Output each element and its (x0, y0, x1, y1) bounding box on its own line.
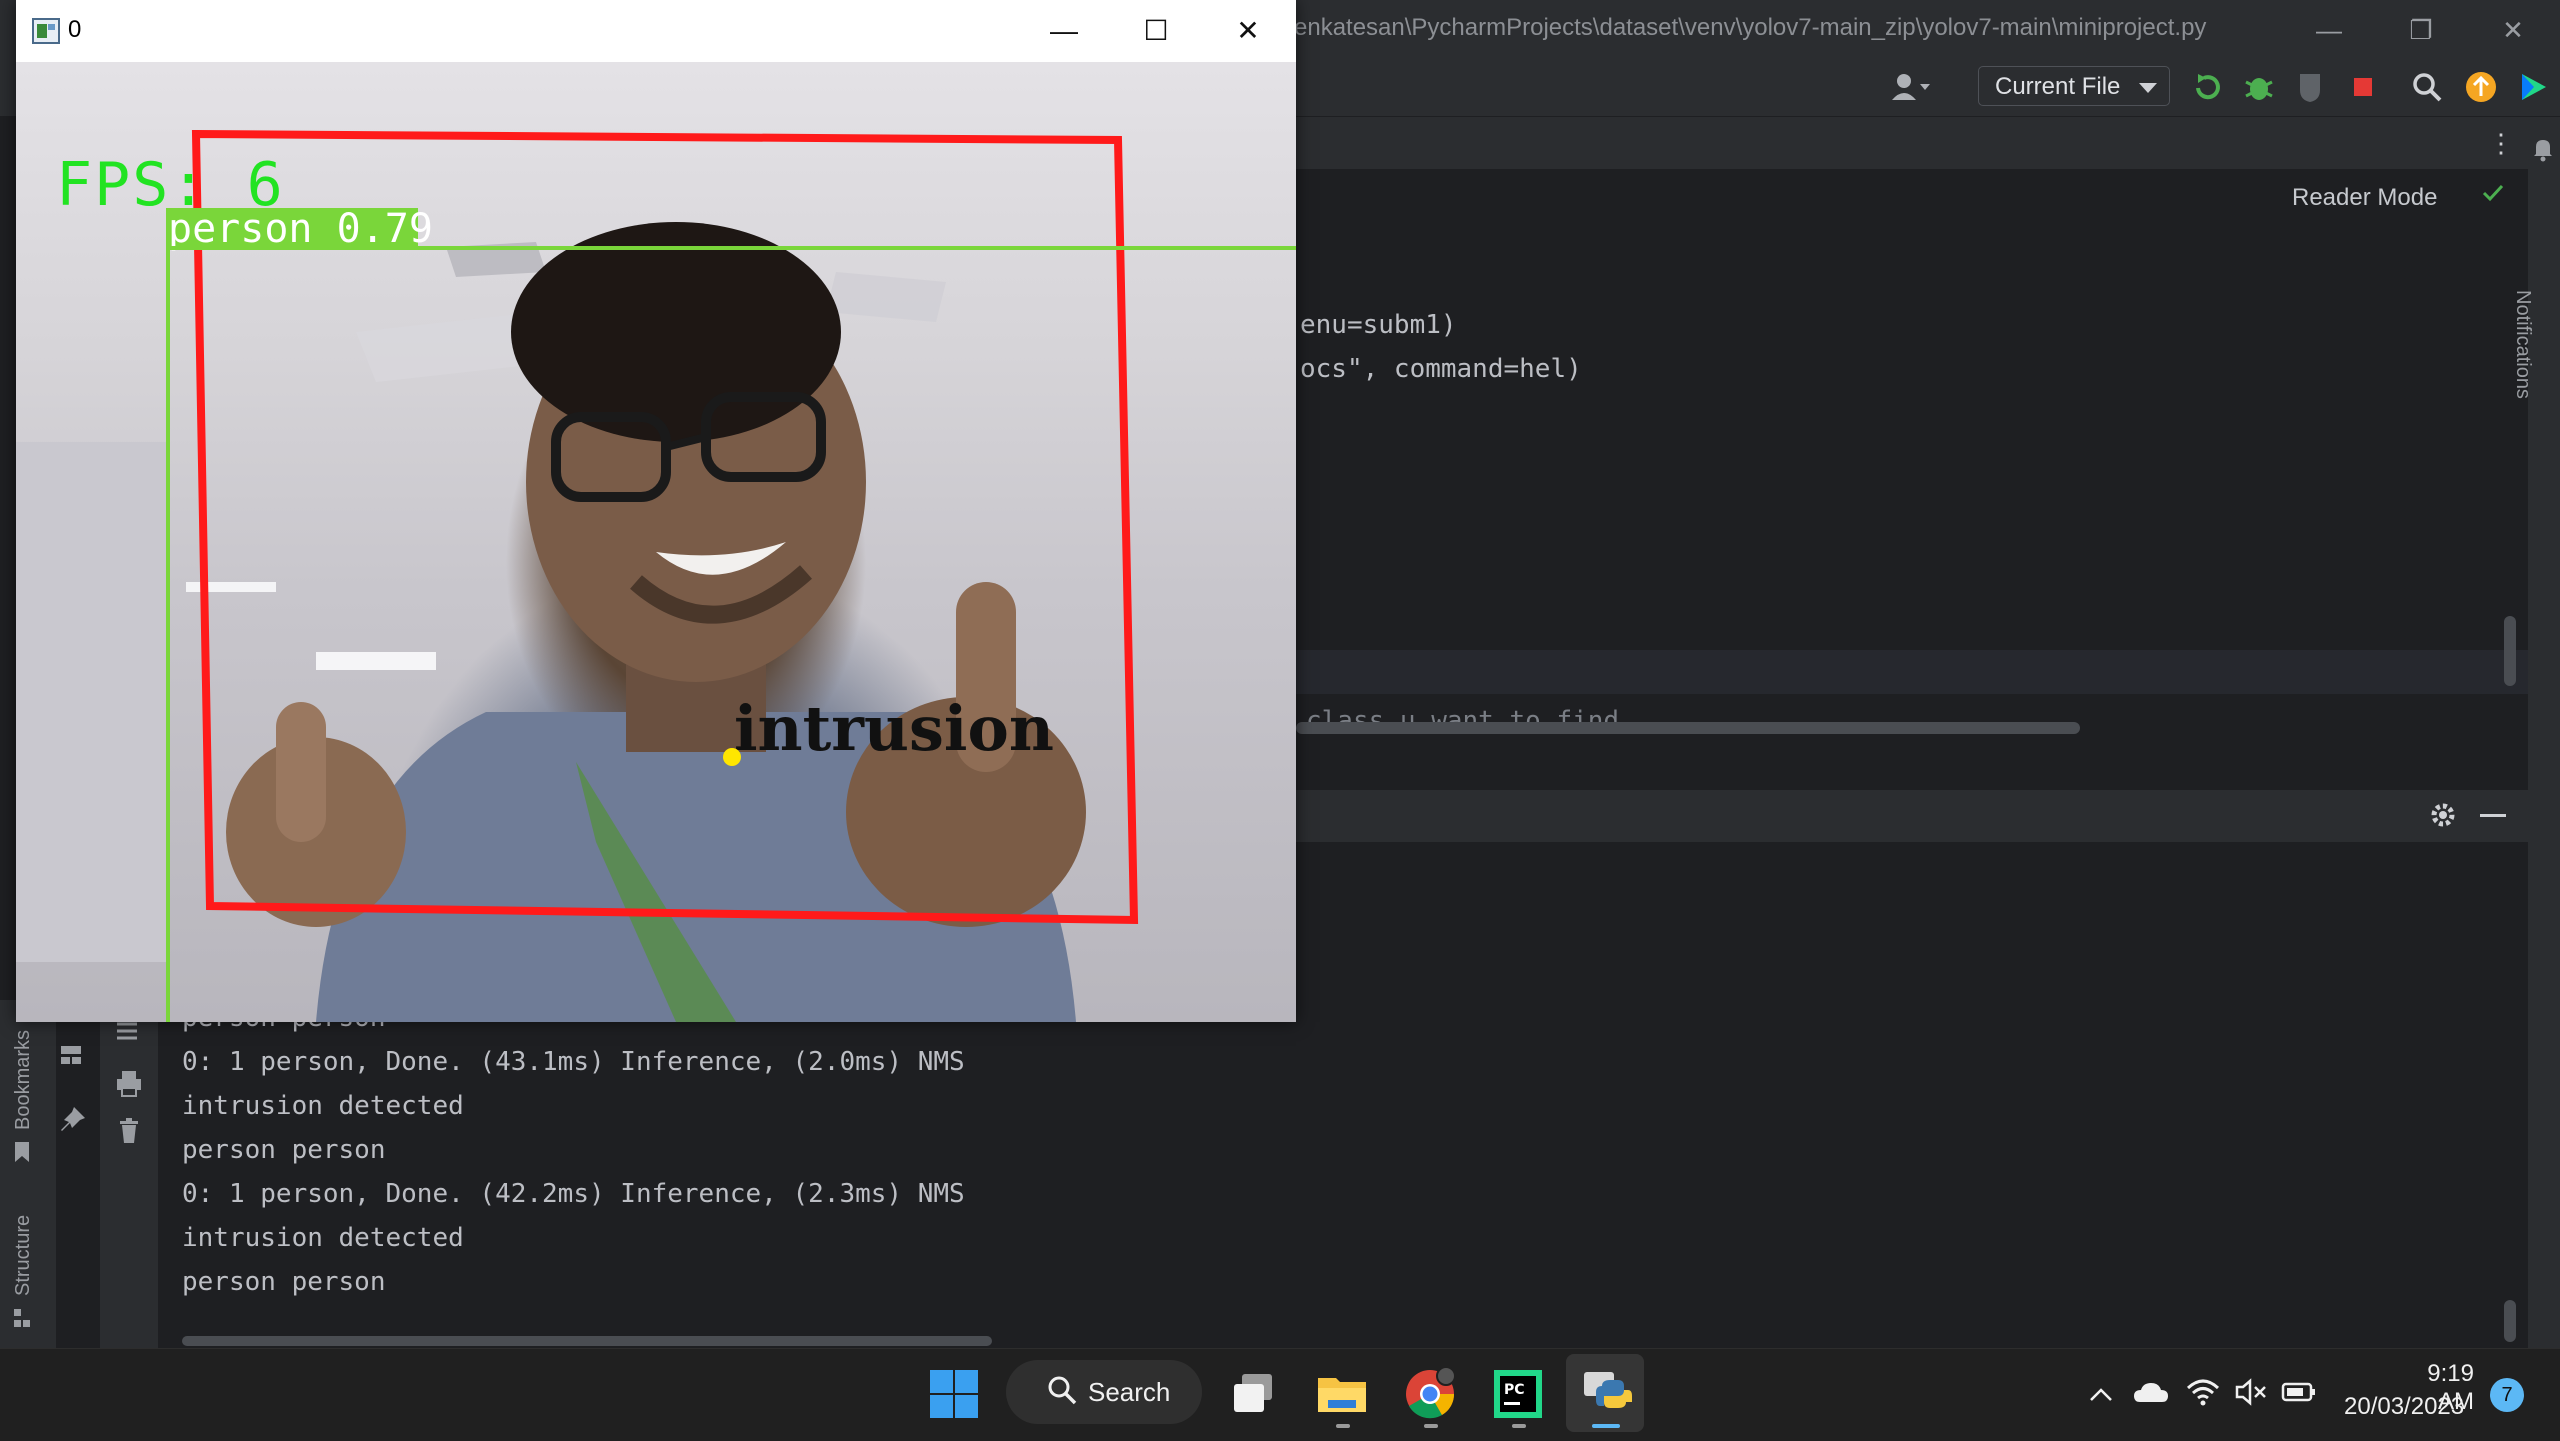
editor-vertical-scrollbar[interactable] (2504, 616, 2516, 686)
jetbrains-logo-icon[interactable] (2516, 70, 2550, 104)
chrome-icon[interactable] (1402, 1366, 1458, 1422)
code-editor[interactable] (1296, 169, 2528, 789)
layout-icon[interactable] (56, 1040, 86, 1075)
ide-restore-button[interactable]: ❐ (2386, 10, 2456, 50)
running-indicator (1512, 1424, 1526, 1428)
onedrive-cloud-icon[interactable] (2132, 1378, 2170, 1413)
camera-maximize-button[interactable]: ☐ (1116, 12, 1196, 50)
structure-tool-label[interactable]: Structure (12, 1215, 35, 1296)
windows-start-icon[interactable] (926, 1366, 982, 1422)
running-indicator (1424, 1424, 1438, 1428)
console-horizontal-scrollbar[interactable] (182, 1336, 992, 1346)
checkmark-icon (2480, 180, 2506, 211)
camera-window[interactable]: 0 — ☐ ✕ FPS: 6 person 0.79 intrusion (16, 0, 1296, 1022)
chevron-down-icon (2139, 83, 2157, 93)
search-icon[interactable] (2410, 70, 2444, 104)
user-icon[interactable] (1890, 70, 1930, 104)
camera-window-title: 0 (68, 16, 82, 43)
active-indicator (1592, 1424, 1620, 1428)
task-view-icon[interactable] (1226, 1366, 1282, 1422)
run-panel-header (1296, 790, 2528, 842)
print-icon[interactable] (114, 1068, 144, 1103)
app-window-icon (32, 18, 60, 49)
structure-icon[interactable] (12, 1306, 32, 1335)
ide-minimize-button[interactable]: — (2294, 10, 2364, 50)
taskbar-search-label: Search (1088, 1377, 1171, 1407)
debug-icon[interactable] (2242, 70, 2276, 104)
editor-horizontal-scrollbar[interactable] (1296, 722, 2080, 734)
camera-close-button[interactable]: ✕ (1208, 12, 1288, 50)
ide-close-button[interactable]: ✕ (2478, 10, 2548, 50)
running-indicator (1336, 1424, 1350, 1428)
ide-file-path: enkatesan\PycharmProjects\dataset\venv\y… (1294, 14, 2207, 41)
wifi-icon[interactable] (2186, 1376, 2220, 1413)
file-explorer-icon[interactable] (1314, 1366, 1370, 1422)
taskbar-clock-date[interactable]: 20/03/2023 (2344, 1393, 2464, 1421)
editor-tab-bar (1296, 117, 2528, 169)
console-line: intrusion detected (182, 1091, 464, 1121)
more-options-icon[interactable]: ⋮ (2488, 128, 2514, 159)
centroid-point (723, 748, 741, 766)
console-vertical-scrollbar[interactable] (2504, 1300, 2516, 1342)
notification-center-badge[interactable]: 7 (2490, 1378, 2524, 1412)
python-icon[interactable] (1578, 1366, 1634, 1422)
person-bounding-box (166, 246, 1296, 1022)
trash-icon[interactable] (114, 1116, 144, 1151)
pin-icon[interactable] (58, 1104, 88, 1139)
battery-icon[interactable] (2280, 1376, 2318, 1413)
notifications-tool-label[interactable]: Notifications (2511, 290, 2534, 399)
coverage-icon[interactable] (2294, 70, 2328, 104)
svg-text:PC: PC (1504, 1382, 1525, 1398)
reader-mode-toggle[interactable]: Reader Mode (2292, 184, 2437, 212)
console-line: intrusion detected (182, 1223, 464, 1253)
code-line: enu=subm1) (1300, 310, 1457, 340)
console-line: 0: 1 person, Done. (42.2ms) Inference, (… (182, 1179, 965, 1209)
run-configuration-select[interactable]: Current File (1978, 66, 2170, 106)
chevron-up-icon[interactable] (2086, 1380, 2116, 1415)
console-line: 0: 1 person, Done. (43.1ms) Inference, (… (182, 1047, 965, 1077)
stop-icon[interactable] (2346, 70, 2380, 104)
camera-feed: FPS: 6 person 0.79 intrusion (16, 62, 1296, 1022)
console-line: person person (182, 1267, 386, 1297)
search-icon (1046, 1374, 1078, 1411)
run-configuration-label: Current File (1995, 73, 2121, 100)
minimize-panel-icon[interactable] (2480, 814, 2506, 817)
bookmarks-tool-label[interactable]: Bookmarks (12, 1030, 35, 1130)
camera-minimize-button[interactable]: — (1024, 12, 1104, 50)
current-line-highlight (1296, 650, 2528, 694)
code-line: ocs", command=hel) (1300, 354, 1582, 384)
rerun-icon[interactable] (2190, 70, 2224, 104)
bell-icon[interactable] (2530, 136, 2556, 167)
console-toolbar (100, 1000, 158, 1348)
intrusion-alert-text: intrusion (734, 692, 1054, 765)
bookmark-icon[interactable] (12, 1140, 32, 1169)
update-icon[interactable] (2464, 70, 2498, 104)
camera-window-titlebar[interactable] (16, 0, 1296, 62)
pycharm-icon[interactable]: PC (1490, 1366, 1546, 1422)
gear-icon[interactable] (2428, 800, 2458, 835)
speaker-muted-icon[interactable] (2234, 1376, 2268, 1413)
console-line: person person (182, 1135, 386, 1165)
